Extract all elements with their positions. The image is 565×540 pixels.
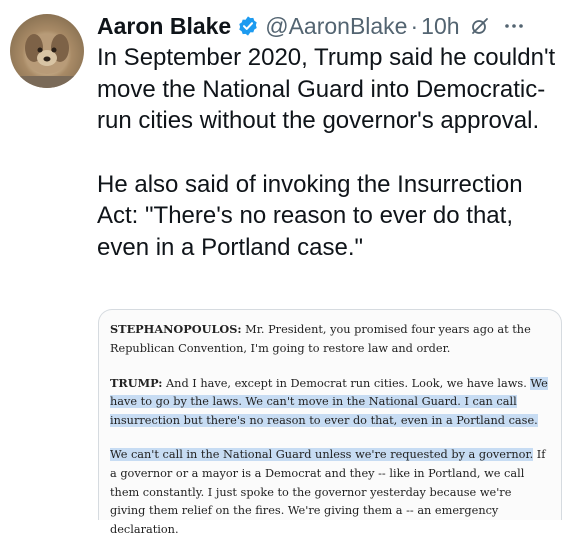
author-handle[interactable]: @AaronBlake [265, 13, 407, 40]
timestamp[interactable]: 10h [421, 13, 459, 40]
highlighted-text: We can't call in the National Guard unle… [110, 447, 534, 461]
speaker-label: STEPHANOPOULOS: [110, 322, 242, 336]
transcript-text: STEPHANOPOULOS: Mr. President, you promi… [110, 320, 550, 540]
tweet-paragraph-2: He also said of invoking the Insurrectio… [97, 170, 523, 261]
author-name[interactable]: Aaron Blake [97, 13, 231, 40]
attached-transcript-image[interactable]: STEPHANOPOULOS: Mr. President, you promi… [98, 309, 562, 536]
avatar[interactable] [10, 14, 84, 88]
transcript-text-span: And I have, except in Democrat run citie… [162, 376, 531, 390]
tweet-paragraph-1: In September 2020, Trump said he couldn'… [97, 44, 556, 134]
speaker-label: TRUMP: [110, 375, 163, 390]
transcript-text-span: If a governor or a mayor is a Democrat a… [110, 447, 546, 537]
more-icon[interactable] [504, 23, 524, 29]
transcript-paragraph-trump: TRUMP: And I have, except in Democrat ru… [110, 374, 550, 431]
transcript-paragraph-continued: We can't call in the National Guard unle… [110, 446, 550, 540]
tweet-text: In September 2020, Trump said he couldn'… [97, 42, 557, 263]
separator-dot: · [410, 12, 419, 39]
avatar-dog-image [10, 34, 84, 88]
verified-badge-icon[interactable] [237, 15, 259, 37]
transcript-paragraph-stephanopoulos: STEPHANOPOULOS: Mr. President, you promi… [110, 320, 550, 359]
grok-icon[interactable] [470, 16, 490, 36]
tweet-header: Aaron Blake @AaronBlake · 10h [97, 8, 524, 44]
